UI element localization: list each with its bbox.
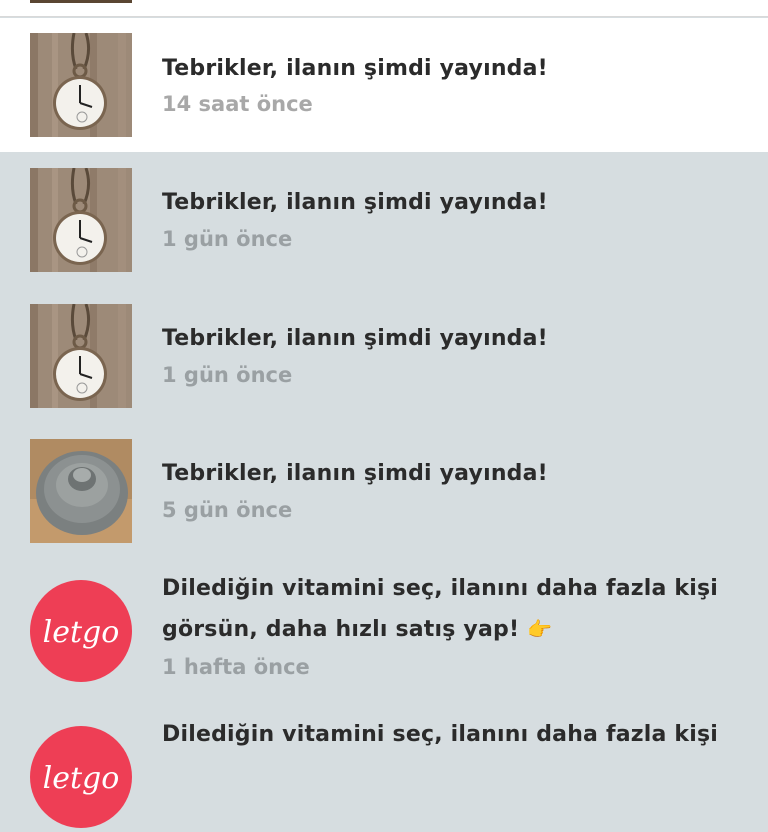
notification-list: Tebrikler, ilanın şimdi yayında! 14 saat… — [0, 0, 768, 828]
logo-text: letgo — [43, 615, 120, 650]
notification-title: Tebrikler, ilanın şimdi yayında! — [162, 326, 548, 351]
pointing-hand-icon: 👉 — [527, 617, 553, 641]
pocket-watch-thumbnail — [30, 33, 132, 137]
notification-time: 5 gün önce — [162, 498, 293, 522]
pocket-watch-thumbnail — [30, 168, 132, 272]
notification-item[interactable]: Tebrikler, ilanın şimdi yayında! 5 gün ö… — [0, 423, 768, 558]
notification-item[interactable]: Tebrikler, ilanın şimdi yayında! 14 saat… — [0, 18, 768, 152]
notification-time: 1 gün önce — [162, 227, 293, 251]
item-thumbnail — [30, 0, 132, 3]
pocket-watch-thumbnail — [30, 304, 132, 408]
notification-title: Dilediğin vitamini seç, ilanını daha faz… — [162, 722, 719, 747]
letgo-logo-icon: letgo — [30, 726, 132, 828]
notification-item[interactable]: Tebrikler, ilanın şimdi yayında! 1 gün ö… — [0, 152, 768, 288]
notification-item[interactable]: letgo Dilediğin vitamini seç, ilanını da… — [0, 704, 768, 828]
metal-cap-thumbnail — [30, 439, 132, 543]
notification-item-partial[interactable] — [0, 0, 768, 17]
logo-text: letgo — [43, 761, 120, 796]
letgo-logo-icon: letgo — [30, 580, 132, 682]
title-line-1: Dilediğin vitamini seç, ilanını daha faz… — [162, 576, 719, 601]
notification-title: Tebrikler, ilanın şimdi yayında! — [162, 56, 548, 81]
notification-time: 14 saat önce — [162, 92, 313, 116]
notification-item[interactable]: letgo Dilediğin vitamini seç, ilanını da… — [0, 558, 768, 704]
notification-title: Tebrikler, ilanın şimdi yayında! — [162, 190, 548, 215]
notification-title: Dilediğin vitamini seç, ilanını daha faz… — [162, 576, 748, 642]
notification-time: 1 hafta önce — [162, 655, 310, 679]
title-line-2: görsün, daha hızlı satış yap! 👉 — [162, 617, 553, 642]
notification-title: Tebrikler, ilanın şimdi yayında! — [162, 461, 548, 486]
notification-item[interactable]: Tebrikler, ilanın şimdi yayında! 1 gün ö… — [0, 288, 768, 423]
notification-time: 1 gün önce — [162, 363, 293, 387]
